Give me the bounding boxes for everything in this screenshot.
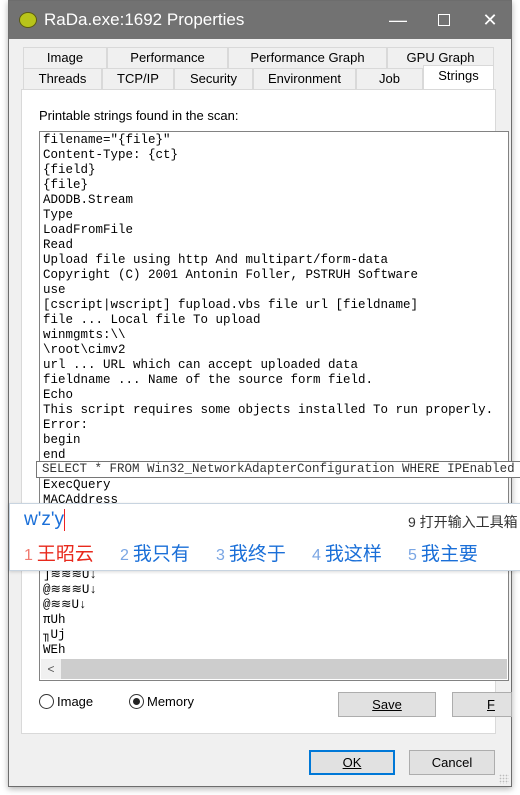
string-line: This script requires some objects instal… bbox=[43, 403, 494, 417]
ime-candidate[interactable]: 2 我只有 bbox=[120, 539, 190, 566]
string-line: use bbox=[43, 283, 66, 297]
candidate-text: 我终于 bbox=[228, 544, 286, 565]
candidate-number: 2 bbox=[120, 547, 129, 564]
string-line: ╖Uj bbox=[43, 628, 66, 642]
maximize-icon bbox=[438, 14, 450, 26]
ime-candidate[interactable]: 1 王昭云 bbox=[24, 539, 94, 566]
string-line: winmgmts:\\ bbox=[43, 328, 126, 342]
radio-memory-label: Memory bbox=[147, 694, 194, 709]
ime-composition: w'z'y bbox=[24, 509, 65, 531]
string-line: Copyright (C) 2001 Antonin Foller, PSTRU… bbox=[43, 268, 419, 282]
string-line: Echo bbox=[43, 388, 74, 402]
properties-dialog: RaDa.exe:1692 Properties — ✕ Image Perfo… bbox=[8, 0, 512, 787]
ime-candidate[interactable]: 5 我主要 bbox=[408, 539, 478, 566]
string-line: Upload file using http And multipart/for… bbox=[43, 253, 389, 267]
strings-list[interactable]: < filename="{file}" Content-Type: {ct} {fi… bbox=[39, 131, 509, 681]
string-line: Content-Type: {ct} bbox=[43, 148, 179, 162]
ime-toolbox[interactable]: 9 打开输入工具箱 bbox=[408, 512, 518, 532]
radio-circle-selected bbox=[129, 694, 144, 709]
candidate-text: 王昭云 bbox=[36, 544, 94, 565]
string-line: LoadFromFile bbox=[43, 223, 134, 237]
resize-grip-icon[interactable] bbox=[499, 774, 509, 784]
tab-performance-graph[interactable]: Performance Graph bbox=[228, 47, 387, 68]
candidate-number: 4 bbox=[312, 547, 321, 564]
string-line: url ... URL which can accept uploaded da… bbox=[43, 358, 359, 372]
tab-environment[interactable]: Environment bbox=[253, 68, 356, 89]
string-line: [cscript|wscript] fupload.vbs file url [… bbox=[43, 298, 419, 312]
string-line: ADODB.Stream bbox=[43, 193, 134, 207]
string-line: πUh bbox=[43, 613, 66, 627]
cancel-label: Cancel bbox=[431, 755, 473, 770]
minimize-button[interactable]: — bbox=[375, 1, 421, 39]
find-button[interactable]: F bbox=[452, 692, 512, 717]
ok-button[interactable]: OK bbox=[309, 750, 395, 775]
tab-tcpip[interactable]: TCP/IP bbox=[102, 68, 174, 89]
tab-strings[interactable]: Strings bbox=[423, 65, 494, 89]
window-title: RaDa.exe:1692 Properties bbox=[44, 10, 245, 29]
string-line: filename="{file}" bbox=[43, 133, 171, 147]
title-bar: RaDa.exe:1692 Properties — ✕ bbox=[9, 1, 511, 39]
radio-circle bbox=[39, 694, 54, 709]
radio-image[interactable]: Image bbox=[39, 694, 93, 709]
scroll-left-icon[interactable]: < bbox=[41, 659, 61, 679]
save-label: Save bbox=[372, 697, 402, 712]
strings-panel: Printable strings found in the scan: < f… bbox=[21, 89, 512, 734]
string-line: {field} bbox=[43, 163, 96, 177]
candidate-text: 我只有 bbox=[132, 544, 190, 565]
candidate-number: 5 bbox=[408, 547, 417, 564]
candidate-text: 我这样 bbox=[324, 544, 382, 565]
cancel-button[interactable]: Cancel bbox=[409, 750, 495, 775]
ok-label: OK bbox=[342, 755, 362, 770]
candidate-number: 1 bbox=[24, 547, 33, 564]
string-line: Read bbox=[43, 238, 74, 252]
tab-threads[interactable]: Threads bbox=[23, 68, 102, 89]
string-line: ExecQuery bbox=[43, 478, 111, 492]
save-button[interactable]: Save bbox=[338, 692, 436, 717]
close-button[interactable]: ✕ bbox=[467, 1, 513, 39]
strings-caption: Printable strings found in the scan: bbox=[39, 108, 239, 123]
string-tooltip: SELECT * FROM Win32_NetworkAdapterConfig… bbox=[36, 461, 520, 478]
maximize-button[interactable] bbox=[421, 1, 467, 39]
app-icon bbox=[19, 12, 37, 28]
string-line: begin bbox=[43, 433, 81, 447]
ime-candidate-window: w'z'y 9 打开输入工具箱 1 王昭云 2 我只有 3 我终于 4 我这样 5 我主要 bbox=[9, 503, 520, 571]
string-line: Error: bbox=[43, 418, 89, 432]
desktop-background bbox=[0, 0, 8, 795]
radio-memory[interactable]: Memory bbox=[129, 694, 194, 709]
tab-security[interactable]: Security bbox=[174, 68, 253, 89]
string-line: {file} bbox=[43, 178, 89, 192]
tab-image[interactable]: Image bbox=[23, 47, 107, 68]
string-line: WEh bbox=[43, 643, 66, 657]
radio-image-label: Image bbox=[57, 694, 94, 709]
ime-candidate[interactable]: 3 我终于 bbox=[216, 539, 286, 566]
string-line: fieldname ... Name of the source form fi… bbox=[43, 373, 374, 387]
candidate-number: 3 bbox=[216, 547, 225, 564]
candidate-text: 我主要 bbox=[420, 544, 478, 565]
string-line: file ... Local file To upload bbox=[43, 313, 261, 327]
close-icon: ✕ bbox=[482, 9, 498, 30]
ime-candidate[interactable]: 4 我这样 bbox=[312, 539, 382, 566]
tab-job[interactable]: Job bbox=[356, 68, 423, 89]
tab-performance[interactable]: Performance bbox=[107, 47, 228, 68]
minimize-icon: — bbox=[389, 9, 407, 30]
string-line: @≋≋≋U↓ bbox=[43, 583, 97, 597]
string-line: \root\cimv2 bbox=[43, 343, 126, 357]
find-label: F bbox=[487, 697, 495, 712]
string-line: @≋≋U↓ bbox=[43, 598, 87, 612]
string-line: Type bbox=[43, 208, 74, 222]
horizontal-scrollbar[interactable]: < bbox=[41, 659, 507, 679]
